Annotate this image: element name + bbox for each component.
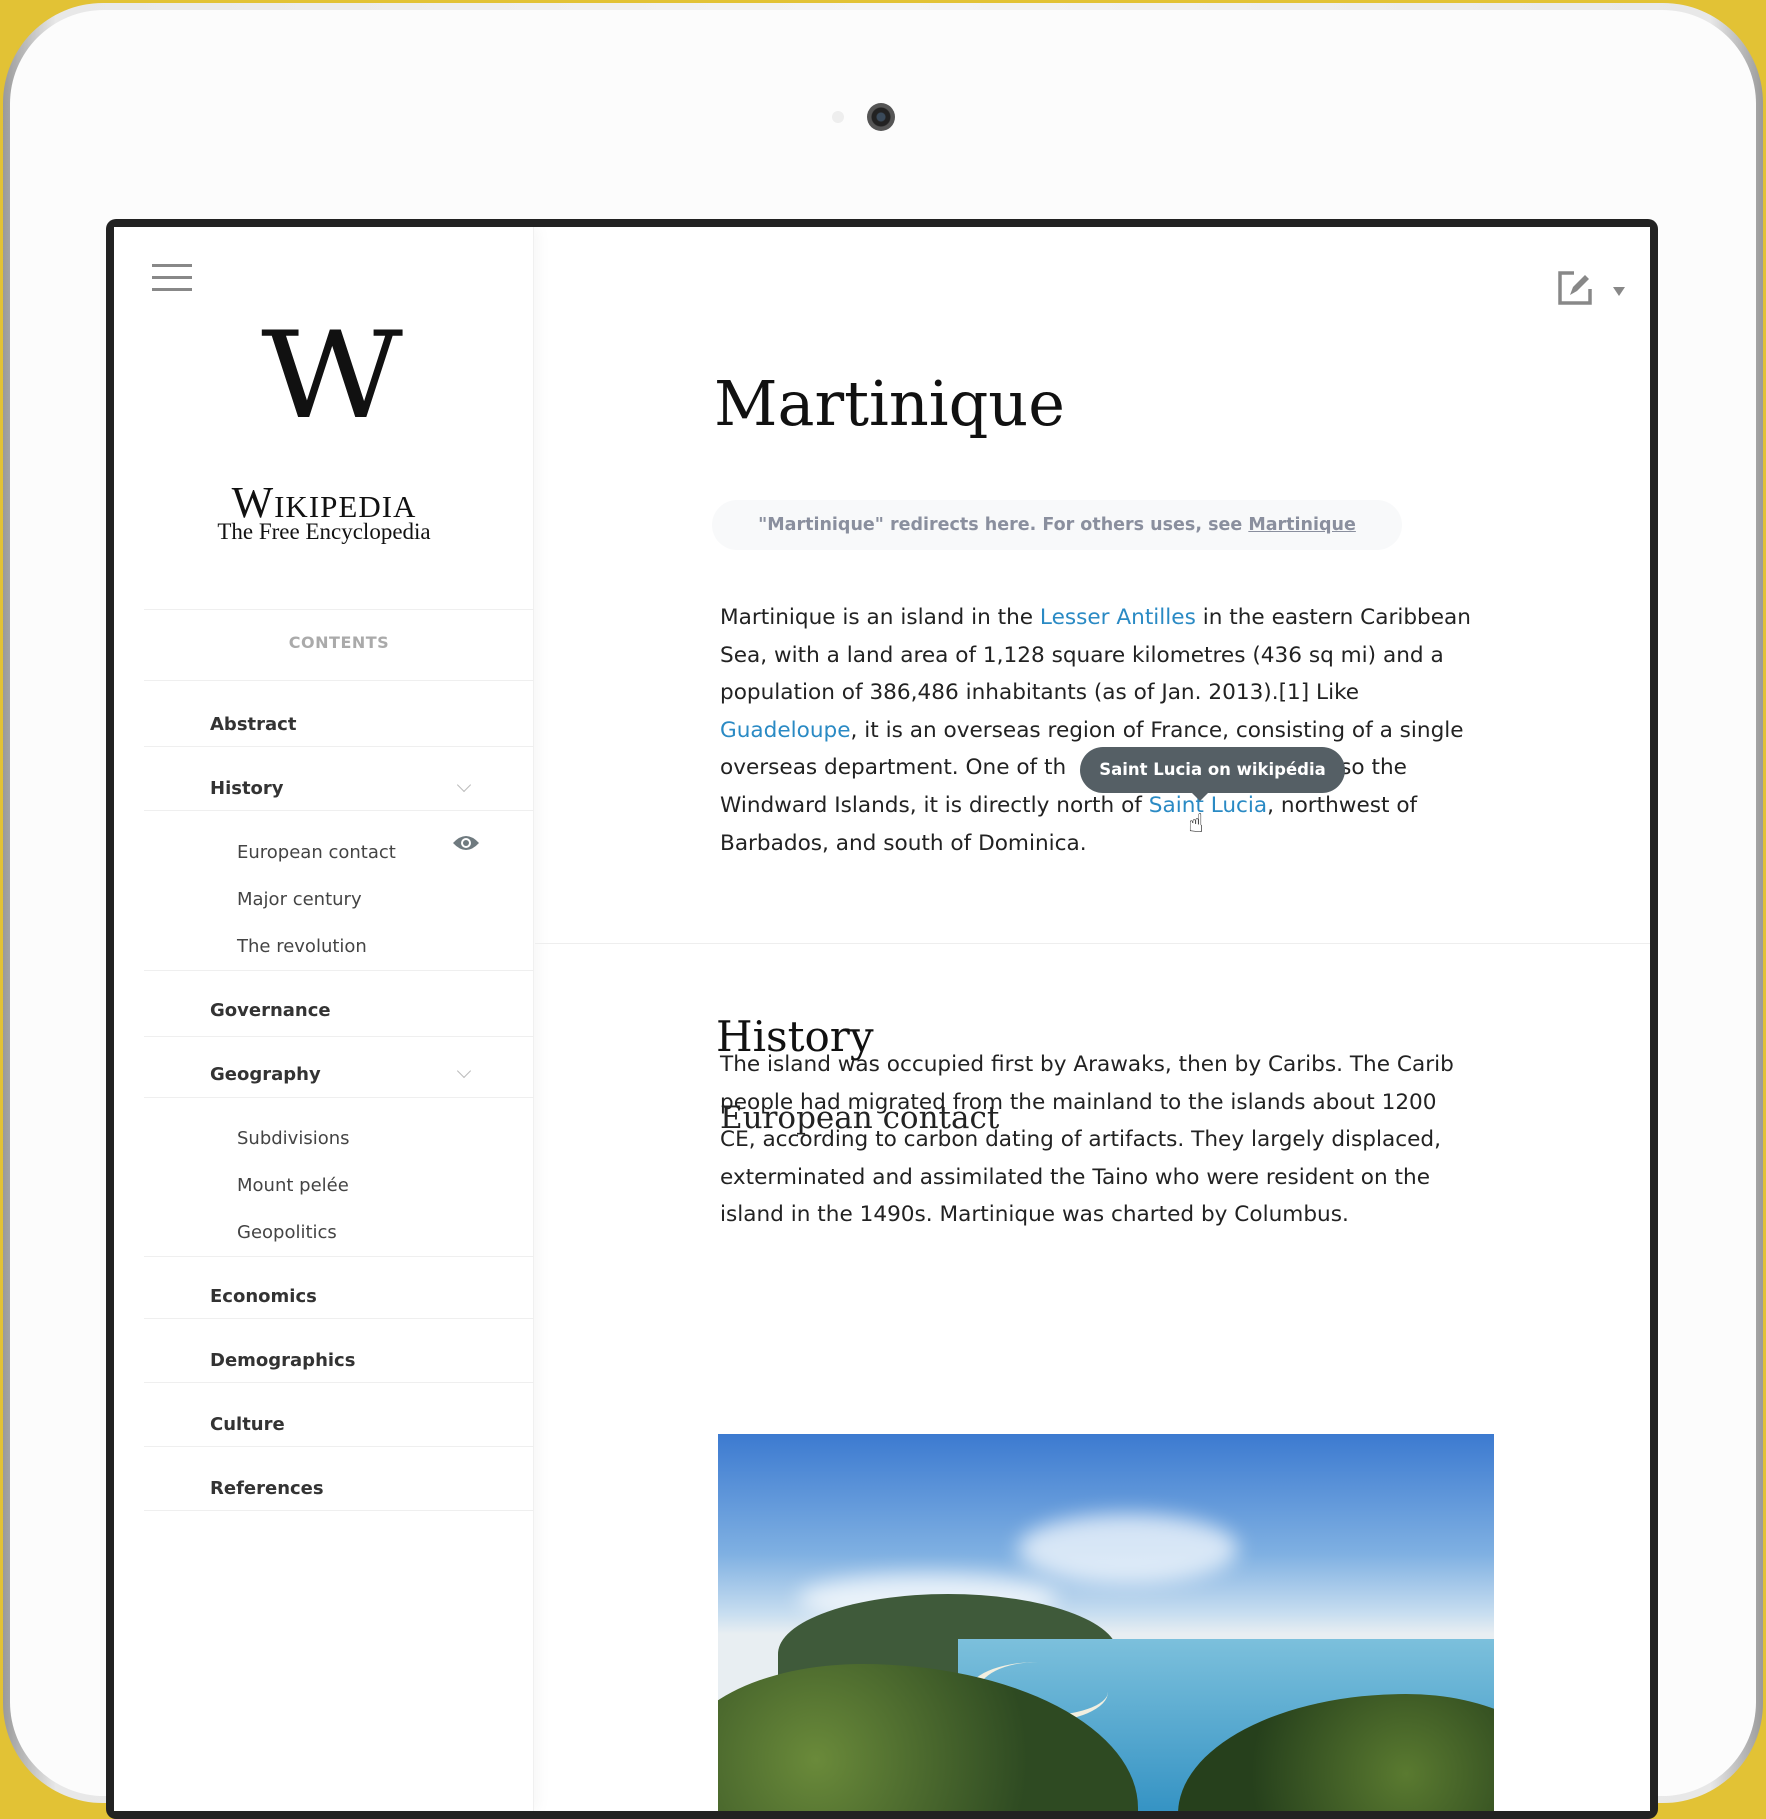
toc-divider (144, 1036, 534, 1037)
toc-item-references[interactable]: References (210, 1478, 324, 1499)
history-paragraph: The island was occupied first by Arawaks… (720, 1046, 1454, 1234)
redirect-notice: "Martinique" redirects here. For others … (712, 500, 1402, 550)
toc-divider (144, 1446, 534, 1447)
toc-item-subdivisions[interactable]: Subdivisions (237, 1128, 350, 1149)
page-title: Martinique (714, 367, 1065, 440)
toc-item-demographics[interactable]: Demographics (210, 1350, 355, 1371)
intro-text: overseas department. One of th (720, 755, 1067, 781)
redirect-link[interactable]: Martinique (1248, 515, 1356, 535)
edit-icon[interactable] (1556, 269, 1594, 307)
intro-line: population of 386,486 inhabitants (as of… (720, 680, 1360, 706)
link-tooltip: Saint Lucia on wikipédia (1080, 747, 1345, 801)
toc-divider (144, 1510, 534, 1511)
intro-text: , northwest of (1267, 792, 1418, 818)
caret-down-icon[interactable] (1613, 287, 1625, 296)
toc-divider (144, 1256, 534, 1257)
camera (867, 103, 895, 131)
intro-text: in the eastern Caribbean (1195, 605, 1471, 630)
intro-text: Windward Islands, it is directly north o… (720, 792, 1149, 818)
eye-icon (453, 836, 479, 850)
toc-item-european-contact[interactable]: European contact (237, 842, 396, 863)
toc-item-major-century[interactable]: Major century (237, 889, 362, 910)
history-line: island in the 1490s. Martinique was char… (720, 1202, 1349, 1228)
toc-divider (144, 680, 534, 681)
toc-divider (144, 609, 534, 610)
intro-line: Guadeloupe, it is an overseas region of … (720, 712, 1471, 750)
history-line: The island was occupied first by Arawaks… (720, 1052, 1454, 1077)
toc-item-mount-pel-e[interactable]: Mount pelée (237, 1175, 349, 1196)
toc-item-governance[interactable]: Governance (210, 1000, 331, 1021)
article-image[interactable] (718, 1434, 1494, 1811)
link-guadeloupe[interactable]: Guadeloupe (720, 718, 851, 743)
toc-item-economics[interactable]: Economics (210, 1286, 317, 1307)
contents-heading: CONTENTS (288, 633, 390, 652)
intro-line: Sea, with a land area of 1,128 square ki… (720, 642, 1444, 668)
sensor-dot (832, 111, 844, 123)
chevron-down-icon[interactable] (456, 777, 472, 793)
chevron-down-icon[interactable] (456, 1063, 472, 1079)
toc-item-geography[interactable]: Geography (210, 1064, 321, 1085)
toc-divider (144, 1318, 534, 1319)
hamburger-menu-icon[interactable] (152, 264, 192, 292)
toc-item-culture[interactable]: Culture (210, 1414, 285, 1435)
link-lesser-antilles[interactable]: Lesser Antilles (1040, 605, 1196, 630)
logo-tagline: The Free Encyclopedia (217, 519, 431, 544)
history-line: exterminated and assimilated the Taino w… (720, 1164, 1430, 1190)
intro-text: , it is an overseas region of France, co… (850, 717, 1464, 743)
history-line: people had migrated from the mainland to… (720, 1089, 1437, 1115)
toc-divider (144, 970, 534, 971)
intro-line: Windward Islands, it is directly north o… (720, 787, 1471, 825)
intro-line: Barbados, and south of Dominica. (720, 830, 1087, 856)
toc-item-history[interactable]: History (210, 778, 284, 799)
toc-divider (144, 810, 534, 811)
hand-cursor-icon: ☝ (1188, 809, 1204, 839)
redirect-text: "Martinique" redirects here. For others … (758, 515, 1249, 535)
toc-divider (144, 1097, 534, 1098)
toc-item-the-revolution[interactable]: The revolution (237, 936, 367, 957)
toc-divider (144, 746, 534, 747)
toc-item-abstract[interactable]: Abstract (210, 714, 296, 735)
intro-text: Martinique is an island in the (720, 605, 1040, 630)
toc-divider (144, 1382, 534, 1383)
wikipedia-logo: W (261, 307, 403, 446)
intro-paragraph: Martinique is an island in the Lesser An… (720, 599, 1471, 862)
screen: W Wikipedia The Free Encyclopedia CONTEN… (106, 219, 1658, 1819)
section-divider (535, 943, 1650, 944)
intro-line: Martinique is an island in the Lesser An… (720, 599, 1471, 637)
history-line: CE, according to carbon dating of artifa… (720, 1127, 1441, 1153)
intro-text: lso the (1334, 755, 1407, 781)
sidebar: W Wikipedia The Free Encyclopedia CONTEN… (114, 227, 534, 1811)
toc-item-geopolitics[interactable]: Geopolitics (237, 1222, 337, 1243)
